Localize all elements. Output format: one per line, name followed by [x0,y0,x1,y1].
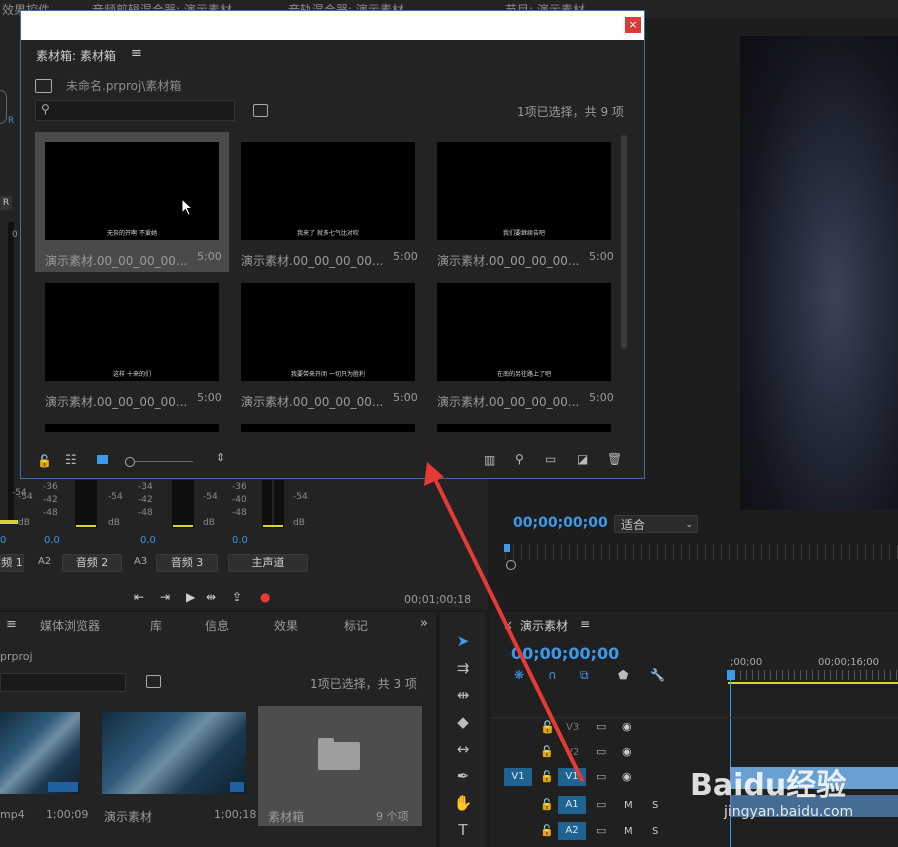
watermark-url: jingyan.baidu.com [724,804,854,820]
annotation-arrow [424,462,584,782]
watermark-logo: Baidu经验 [690,768,847,803]
